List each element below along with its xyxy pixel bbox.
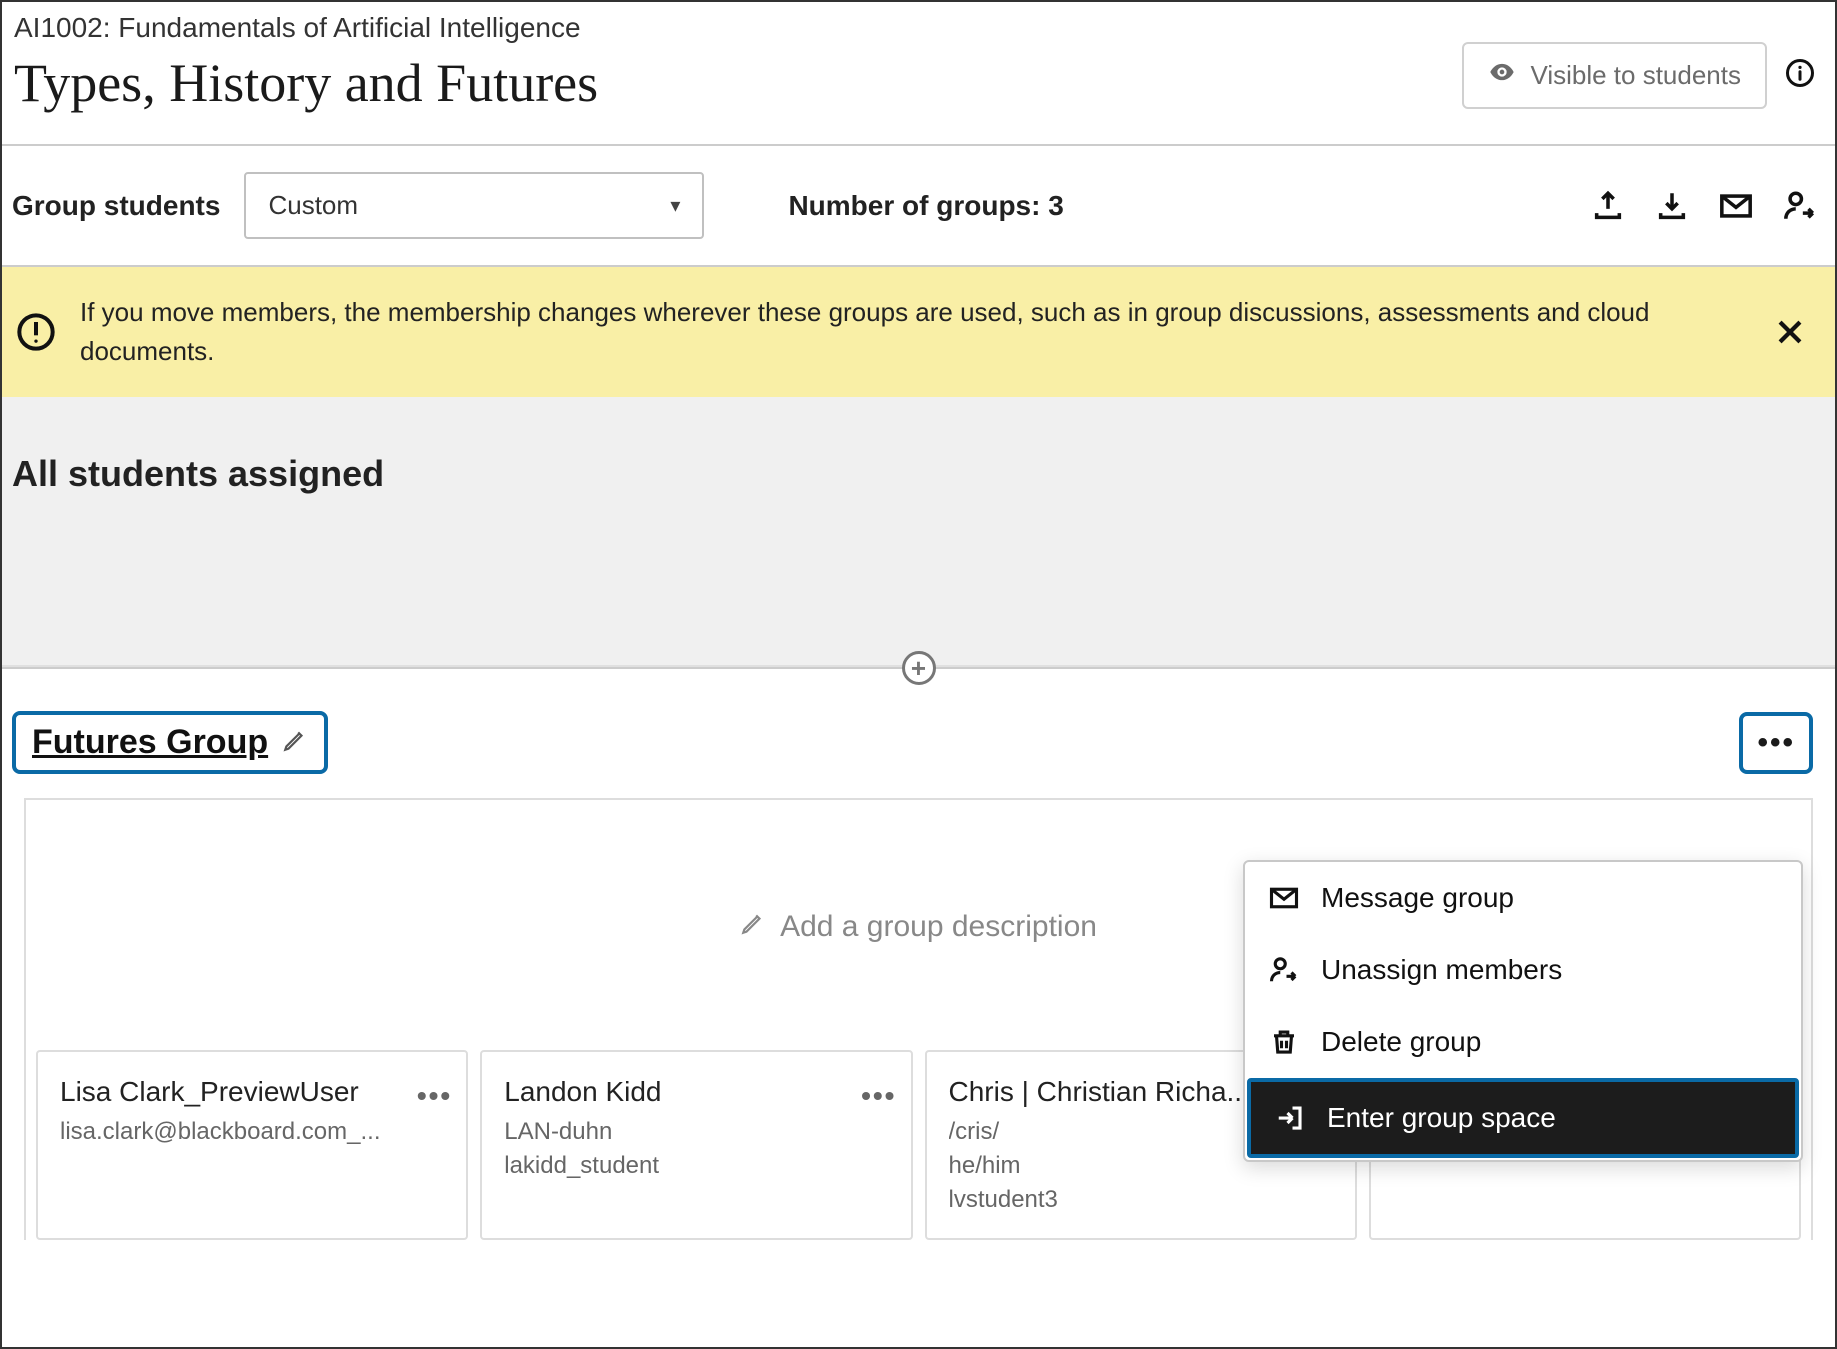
person-arrow-icon [1269,955,1299,985]
student-detail: lisa.clark@blackboard.com_... [60,1118,448,1146]
student-card[interactable]: Landon Kidd LAN-duhn lakidd_student ••• [480,1050,912,1240]
unassigned-section: All students assigned [2,397,1835,667]
page-title: Types, History and Futures [14,52,598,114]
pencil-icon [282,727,308,758]
warning-icon [16,312,56,352]
group-divider: + [2,667,1835,669]
enter-icon [1275,1103,1305,1133]
student-detail: lakidd_student [504,1152,892,1180]
group-name-text: Futures Group [32,723,268,762]
menu-item-label: Message group [1321,882,1514,914]
student-detail: lvstudent3 [949,1186,1337,1214]
pencil-icon [740,910,766,944]
add-group-icon[interactable]: + [902,651,936,685]
student-name: Lisa Clark_PreviewUser [60,1076,448,1108]
eye-icon [1488,58,1516,93]
menu-item-envelope[interactable]: Message group [1245,862,1801,934]
menu-item-label: Delete group [1321,1026,1481,1058]
menu-item-label: Unassign members [1321,954,1562,986]
group-students-label: Group students [12,190,220,222]
visibility-label: Visible to students [1530,60,1741,91]
close-icon[interactable] [1773,315,1807,349]
download-icon[interactable] [1655,189,1689,223]
person-arrow-icon[interactable] [1783,189,1817,223]
menu-item-label: Enter group space [1327,1102,1556,1134]
menu-item-trash[interactable]: Delete group [1245,1006,1801,1078]
menu-item-person-arrow[interactable]: Unassign members [1245,934,1801,1006]
student-more-icon[interactable]: ••• [417,1080,452,1112]
page-header: AI1002: Fundamentals of Artificial Intel… [2,2,1835,146]
chevron-down-icon: ▾ [670,193,680,218]
student-detail: LAN-duhn [504,1118,892,1146]
course-code: AI1002: Fundamentals of Artificial Intel… [14,12,598,44]
group-mode-value: Custom [268,190,358,221]
add-description-label: Add a group description [780,910,1097,944]
group-count: Number of groups: 3 [788,190,1063,222]
all-assigned-heading: All students assigned [12,453,1825,495]
group-more-button[interactable]: ••• [1739,712,1813,774]
group-header-row: Futures Group ••• [2,669,1835,784]
group-name[interactable]: Futures Group [12,711,328,774]
upload-icon[interactable] [1591,189,1625,223]
warning-message: If you move members, the membership chan… [80,293,1749,371]
student-card[interactable]: Lisa Clark_PreviewUser lisa.clark@blackbo… [36,1050,468,1240]
info-icon[interactable] [1785,58,1815,93]
visibility-toggle[interactable]: Visible to students [1462,42,1767,109]
student-more-icon[interactable]: ••• [861,1080,896,1112]
menu-item-enter[interactable]: Enter group space [1247,1078,1799,1158]
warning-banner: If you move members, the membership chan… [2,267,1835,397]
group-actions-menu: Message group Unassign members Delete grou… [1243,860,1803,1162]
group-mode-select[interactable]: Custom ▾ [244,172,704,239]
group-toolbar: Group students Custom ▾ Number of groups… [2,146,1835,267]
student-name: Landon Kidd [504,1076,892,1108]
envelope-icon [1269,883,1299,913]
envelope-icon[interactable] [1719,189,1753,223]
trash-icon [1269,1027,1299,1057]
